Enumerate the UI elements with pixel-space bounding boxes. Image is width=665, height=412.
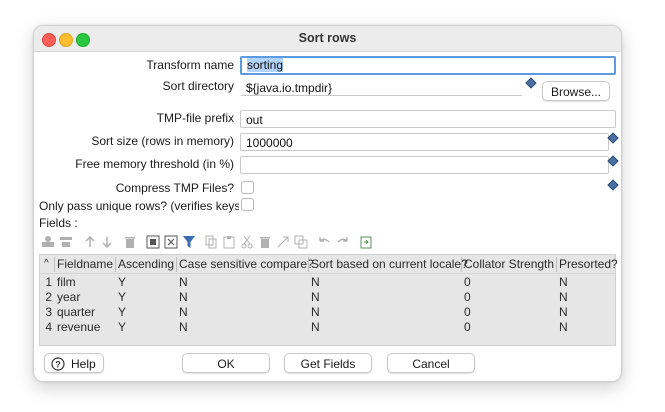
- sort-directory-input[interactable]: ${java.io.tmpdir}: [240, 78, 523, 96]
- cell-case-sensitive[interactable]: N: [179, 320, 188, 335]
- header-locale[interactable]: Sort based on current locale?: [311, 255, 468, 273]
- fields-toolbar: [39, 233, 616, 253]
- cell-case-sensitive[interactable]: N: [179, 290, 188, 305]
- paste-icon[interactable]: [222, 235, 236, 249]
- collapse-icon[interactable]: [276, 235, 290, 249]
- tmp-prefix-input[interactable]: out: [240, 110, 616, 128]
- select-all-icon[interactable]: [146, 235, 160, 249]
- cell-fieldname[interactable]: year: [57, 290, 80, 305]
- cell-presorted[interactable]: N: [559, 305, 568, 320]
- row-number: 3: [45, 305, 52, 319]
- sort-rows-dialog: Sort rows Transform name sorting Sort di…: [33, 25, 622, 382]
- trash-icon[interactable]: [123, 235, 137, 249]
- cell-locale[interactable]: N: [311, 290, 320, 305]
- cell-presorted[interactable]: N: [559, 320, 568, 335]
- ok-button[interactable]: OK: [182, 353, 270, 373]
- cell-locale[interactable]: N: [311, 320, 320, 335]
- compress-label: Compress TMP Files?: [115, 181, 234, 195]
- transform-name-value: sorting: [247, 58, 284, 72]
- cancel-button[interactable]: Cancel: [387, 353, 475, 373]
- free-memory-label: Free memory threshold (in %): [75, 157, 234, 171]
- sort-size-label: Sort size (rows in memory): [91, 134, 234, 148]
- cell-fieldname[interactable]: film: [57, 275, 76, 290]
- filter-icon[interactable]: [182, 235, 196, 249]
- fields-table: ^ Fieldname Ascending Case sensitive com…: [39, 254, 618, 346]
- column-separator: [461, 257, 462, 272]
- cell-case-sensitive[interactable]: N: [179, 275, 188, 290]
- copy-paste-icon[interactable]: [294, 235, 308, 249]
- cell-fieldname[interactable]: revenue: [57, 320, 100, 335]
- cell-collator[interactable]: 0: [464, 290, 471, 305]
- cell-presorted[interactable]: N: [559, 290, 568, 305]
- help-icon: ?: [51, 357, 65, 371]
- cell-collator[interactable]: 0: [464, 320, 471, 335]
- cell-collator[interactable]: 0: [464, 305, 471, 320]
- help-label: Help: [71, 357, 96, 371]
- cell-ascending[interactable]: Y: [118, 290, 126, 305]
- header-collator[interactable]: Collator Strength: [464, 255, 554, 273]
- delete-icon[interactable]: [258, 235, 272, 249]
- cell-collator[interactable]: 0: [464, 275, 471, 290]
- unique-rows-checkbox[interactable]: [241, 198, 254, 211]
- column-separator: [176, 257, 177, 272]
- cut-icon[interactable]: [240, 235, 254, 249]
- svg-text:?: ?: [55, 360, 61, 370]
- delete-row-icon[interactable]: [59, 235, 73, 249]
- sort-indicator-icon[interactable]: ^: [44, 255, 49, 273]
- header-ascending[interactable]: Ascending: [118, 255, 174, 273]
- move-down-icon[interactable]: [100, 235, 114, 249]
- transform-name-label: Transform name: [146, 58, 234, 72]
- get-fields-button[interactable]: Get Fields: [284, 353, 372, 373]
- column-separator: [556, 257, 557, 272]
- compress-checkbox[interactable]: [241, 181, 254, 194]
- sort-directory-label: Sort directory: [162, 79, 234, 93]
- column-separator: [54, 257, 55, 272]
- export-icon[interactable]: [359, 235, 373, 249]
- cell-locale[interactable]: N: [311, 305, 320, 320]
- cell-locale[interactable]: N: [311, 275, 320, 290]
- cell-case-sensitive[interactable]: N: [179, 305, 188, 320]
- header-presorted[interactable]: Presorted?: [559, 255, 618, 273]
- transform-name-input[interactable]: sorting: [240, 56, 616, 75]
- move-up-icon[interactable]: [83, 235, 97, 249]
- unique-rows-label: Only pass unique rows? (verifies keys or: [39, 199, 239, 213]
- copy-icon[interactable]: [204, 235, 218, 249]
- help-button[interactable]: ? Help: [44, 353, 104, 373]
- tmp-prefix-label: TMP-file prefix: [156, 111, 234, 125]
- variable-diamond-icon: [607, 132, 619, 144]
- row-divider: [40, 273, 615, 274]
- window-title: Sort rows: [298, 31, 357, 45]
- sort-size-input[interactable]: 1000000: [240, 133, 609, 151]
- free-memory-input[interactable]: [240, 156, 609, 174]
- cell-presorted[interactable]: N: [559, 275, 568, 290]
- column-separator: [308, 257, 309, 272]
- title-bar: Sort rows: [34, 26, 621, 52]
- row-number: 1: [45, 275, 52, 289]
- row-number: 2: [45, 290, 52, 304]
- cell-ascending[interactable]: Y: [118, 305, 126, 320]
- redo-icon[interactable]: [336, 235, 350, 249]
- variable-diamond-icon: [525, 77, 537, 89]
- browse-button[interactable]: Browse...: [542, 81, 610, 101]
- insert-row-icon[interactable]: [41, 235, 55, 249]
- header-case-sensitive[interactable]: Case sensitive compare?: [179, 255, 314, 273]
- header-fieldname[interactable]: Fieldname: [57, 255, 113, 273]
- cell-ascending[interactable]: Y: [118, 275, 126, 290]
- fields-label: Fields :: [39, 216, 78, 230]
- cell-fieldname[interactable]: quarter: [57, 305, 95, 320]
- row-number: 4: [45, 320, 52, 334]
- clear-selection-icon[interactable]: [164, 235, 178, 249]
- column-separator: [115, 257, 116, 272]
- variable-diamond-icon: [607, 179, 619, 191]
- variable-diamond-icon: [607, 155, 619, 167]
- cell-ascending[interactable]: Y: [118, 320, 126, 335]
- undo-icon[interactable]: [317, 235, 331, 249]
